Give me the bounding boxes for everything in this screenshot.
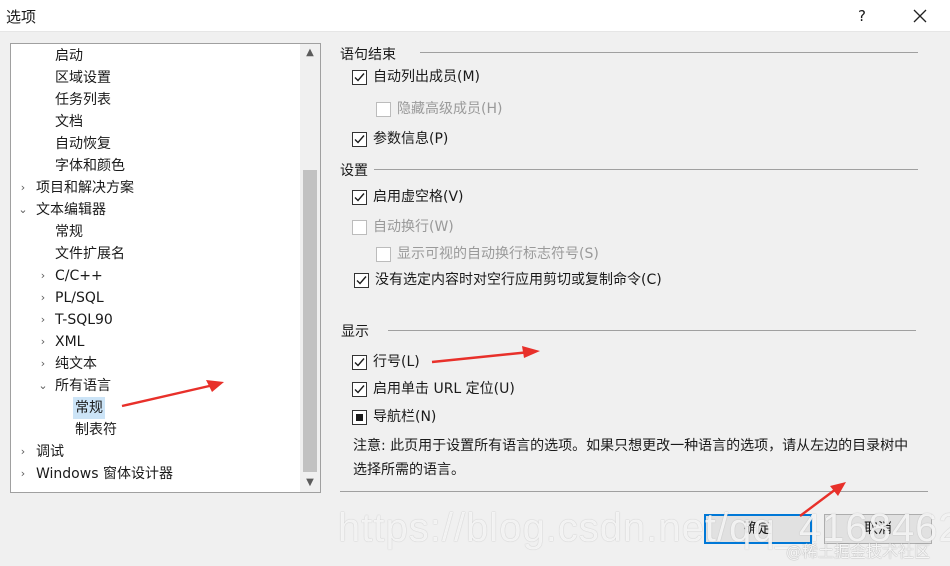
ok-button[interactable]: 确定 [704, 514, 812, 544]
section-header-settings: 设置 [340, 163, 368, 179]
hide-advanced-members-checkbox[interactable] [376, 102, 391, 117]
parameter-info-checkbox[interactable] [352, 132, 367, 147]
tree-item[interactable]: › XML [37, 331, 237, 353]
annotation-arrow-line-numbers [431, 346, 540, 364]
cancel-button[interactable]: 取消 [824, 514, 932, 544]
tree-item[interactable]: › Windows 窗体设计器 [17, 463, 257, 485]
footer-divider [340, 491, 928, 492]
help-button[interactable]: ? [846, 0, 878, 32]
check-icon [354, 385, 365, 394]
line-numbers-checkbox[interactable] [352, 355, 367, 370]
tree-item[interactable]: › T-SQL90 [37, 309, 237, 331]
chevron-right-icon[interactable]: › [17, 177, 29, 199]
scroll-down-icon[interactable]: ▼ [300, 474, 320, 492]
navigation-bar-checkbox[interactable] [352, 410, 367, 425]
chevron-right-icon[interactable]: › [17, 441, 29, 463]
chevron-right-icon[interactable]: › [37, 265, 49, 287]
scroll-thumb[interactable] [303, 170, 317, 472]
section-header-statement: 语句结束 [340, 47, 396, 63]
chevron-right-icon[interactable]: › [37, 309, 49, 331]
window-title: 选项 [6, 8, 37, 26]
cut-copy-blank-checkbox[interactable] [354, 273, 369, 288]
wrap-glyphs-checkbox[interactable] [376, 247, 391, 262]
chevron-right-icon[interactable]: › [37, 353, 49, 375]
tree-item[interactable]: › 项目和解决方案 [17, 177, 217, 199]
chevron-down-icon[interactable]: ⌄ [17, 199, 29, 221]
note-text: 注意: 此页用于设置所有语言的选项。如果只想更改一种语言的选项，请从左边的目录树… [353, 438, 909, 478]
close-button[interactable] [902, 0, 938, 32]
section-divider [374, 169, 918, 170]
scroll-up-icon[interactable]: ▲ [300, 44, 320, 62]
chevron-right-icon[interactable]: › [37, 331, 49, 353]
chevron-down-icon[interactable]: ⌄ [37, 375, 49, 397]
chevron-right-icon[interactable]: › [17, 463, 29, 485]
section-divider [420, 52, 918, 53]
tree-item[interactable]: ⌄ 所有语言 [37, 375, 237, 397]
section-divider [388, 330, 916, 331]
title-bar: 选项 ? [0, 0, 950, 32]
check-icon [354, 135, 365, 144]
tree-item[interactable]: › 纯文本 [37, 353, 237, 375]
tree-item[interactable]: ⌄ 文本编辑器 [17, 199, 217, 221]
tree-item[interactable]: › C/C++ [37, 265, 237, 287]
check-icon [354, 73, 365, 82]
check-icon [354, 358, 365, 367]
tree-scrollbar[interactable]: ▲ ▼ [300, 44, 320, 492]
tree-item[interactable]: › 调试 [17, 441, 217, 463]
check-icon [356, 276, 367, 285]
close-icon [913, 9, 927, 23]
auto-list-members-checkbox[interactable] [352, 70, 367, 85]
options-tree[interactable]: 启动 区域设置 任务列表 文档 自动恢复 字体和颜色 › 项目和解决方案 ⌄ 文… [10, 43, 321, 493]
check-icon [354, 193, 365, 202]
url-navigation-checkbox[interactable] [352, 382, 367, 397]
section-header-display: 显示 [341, 324, 369, 340]
word-wrap-checkbox[interactable] [352, 220, 367, 235]
virtual-space-checkbox[interactable] [352, 190, 367, 205]
tree-item[interactable]: › PL/SQL [37, 287, 237, 309]
chevron-right-icon[interactable]: › [37, 287, 49, 309]
